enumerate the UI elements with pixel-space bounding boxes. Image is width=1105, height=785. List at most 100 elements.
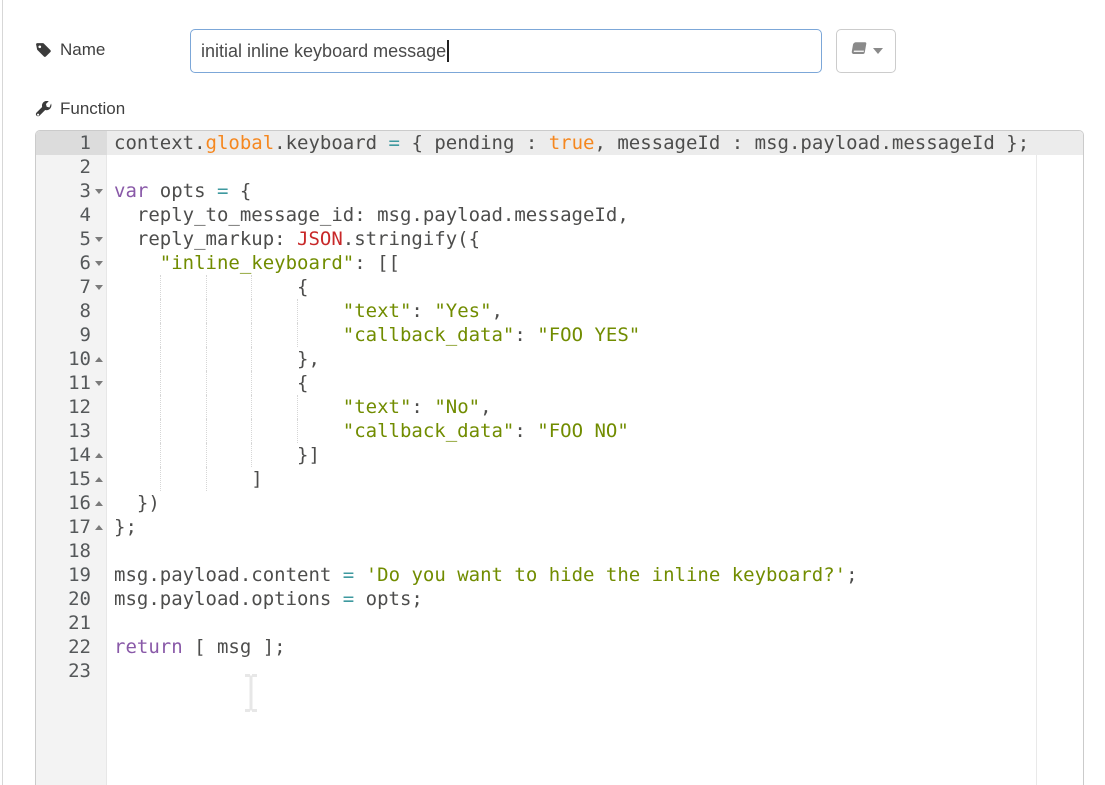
fold-close-icon[interactable] bbox=[95, 501, 103, 506]
line-number: 9 bbox=[80, 324, 91, 346]
text-caret bbox=[447, 40, 449, 62]
gutter-cell[interactable]: 18 bbox=[36, 539, 107, 563]
code-token: }; bbox=[114, 516, 137, 538]
book-icon bbox=[848, 41, 869, 62]
line-number: 23 bbox=[68, 660, 91, 682]
fold-close-icon[interactable] bbox=[95, 453, 103, 458]
gutter-cell[interactable]: 20 bbox=[36, 587, 107, 611]
code-token: }) bbox=[114, 492, 160, 514]
code-line[interactable]: "inline_keyboard": [[ bbox=[107, 251, 1083, 275]
code-line-row: 6 "inline_keyboard": [[ bbox=[36, 251, 1083, 275]
gutter-cell[interactable]: 21 bbox=[36, 611, 107, 635]
name-input[interactable]: initial inline keyboard message bbox=[190, 29, 822, 73]
gutter-cell[interactable]: 2 bbox=[36, 155, 107, 179]
function-label: Function bbox=[35, 99, 125, 119]
name-label: Name bbox=[35, 40, 105, 60]
code-token: "callback_data" bbox=[343, 324, 515, 346]
gutter-cell[interactable]: 9 bbox=[36, 323, 107, 347]
function-code-editor[interactable]: 1context.global.keyboard = { pending : t… bbox=[35, 130, 1084, 785]
code-token: "text" bbox=[343, 396, 412, 418]
code-token bbox=[114, 420, 343, 442]
fold-open-icon[interactable] bbox=[95, 237, 103, 242]
code-line[interactable]: }; bbox=[107, 515, 1083, 539]
gutter-cell[interactable]: 1 bbox=[36, 131, 107, 155]
code-token bbox=[114, 252, 160, 274]
code-line[interactable]: "text": "No", bbox=[107, 395, 1083, 419]
gutter-cell[interactable]: 16 bbox=[36, 491, 107, 515]
code-line[interactable] bbox=[107, 611, 1083, 635]
code-line[interactable]: }, bbox=[107, 347, 1083, 371]
fold-close-icon[interactable] bbox=[95, 477, 103, 482]
gutter-cell[interactable]: 5 bbox=[36, 227, 107, 251]
code-line[interactable]: var opts = { bbox=[107, 179, 1083, 203]
gutter-cell[interactable]: 14 bbox=[36, 443, 107, 467]
code-token: JSON bbox=[297, 228, 343, 250]
gutter-cell[interactable]: 17 bbox=[36, 515, 107, 539]
code-line-row: 18 bbox=[36, 539, 1083, 563]
code-line[interactable]: "callback_data": "FOO YES" bbox=[107, 323, 1083, 347]
code-line[interactable]: }) bbox=[107, 491, 1083, 515]
code-line[interactable]: reply_markup: JSON.stringify({ bbox=[107, 227, 1083, 251]
code-line[interactable] bbox=[107, 155, 1083, 179]
fold-close-icon[interactable] bbox=[95, 357, 103, 362]
line-number: 5 bbox=[80, 228, 91, 250]
code-line[interactable]: msg.payload.content = 'Do you want to hi… bbox=[107, 563, 1083, 587]
library-button[interactable] bbox=[836, 29, 896, 73]
line-number: 15 bbox=[68, 468, 91, 490]
gutter-cell[interactable]: 22 bbox=[36, 635, 107, 659]
fold-close-icon[interactable] bbox=[95, 525, 103, 530]
line-number: 13 bbox=[68, 420, 91, 442]
code-token: reply_to_message_id: msg.payload.message… bbox=[114, 204, 629, 226]
fold-open-icon[interactable] bbox=[95, 285, 103, 290]
code-token: 'Do you want to hide the inline keyboard… bbox=[366, 564, 846, 586]
code-line-row: 16 }) bbox=[36, 491, 1083, 515]
code-line-row: 11 { bbox=[36, 371, 1083, 395]
code-line[interactable]: return [ msg ]; bbox=[107, 635, 1083, 659]
code-token: "No" bbox=[434, 396, 480, 418]
line-number: 22 bbox=[68, 636, 91, 658]
fold-open-icon[interactable] bbox=[95, 381, 103, 386]
gutter-cell[interactable]: 4 bbox=[36, 203, 107, 227]
line-number: 16 bbox=[68, 492, 91, 514]
line-number: 6 bbox=[80, 252, 91, 274]
line-number: 8 bbox=[80, 300, 91, 322]
gutter-cell[interactable]: 12 bbox=[36, 395, 107, 419]
code-line[interactable]: "callback_data": "FOO NO" bbox=[107, 419, 1083, 443]
code-line[interactable]: msg.payload.options = opts; bbox=[107, 587, 1083, 611]
fold-open-icon[interactable] bbox=[95, 189, 103, 194]
fold-open-icon[interactable] bbox=[95, 261, 103, 266]
gutter-cell[interactable]: 8 bbox=[36, 299, 107, 323]
mouse-ibeam-cursor bbox=[242, 673, 260, 718]
code-line[interactable]: reply_to_message_id: msg.payload.message… bbox=[107, 203, 1083, 227]
node-red-function-edit-dialog: { "form": { "name": { "label": "Name", "… bbox=[0, 0, 1105, 785]
code-token: "callback_data" bbox=[343, 420, 515, 442]
code-line[interactable] bbox=[107, 539, 1083, 563]
gutter-cell[interactable]: 6 bbox=[36, 251, 107, 275]
code-token: ] bbox=[114, 468, 263, 490]
name-input-value: initial inline keyboard message bbox=[201, 41, 446, 62]
gutter-cell[interactable]: 11 bbox=[36, 371, 107, 395]
code-line[interactable]: "text": "Yes", bbox=[107, 299, 1083, 323]
gutter-cell[interactable]: 19 bbox=[36, 563, 107, 587]
code-line-row: 21 bbox=[36, 611, 1083, 635]
code-line-row: 9 "callback_data": "FOO YES" bbox=[36, 323, 1083, 347]
code-token: .stringify({ bbox=[343, 228, 480, 250]
code-line[interactable]: }] bbox=[107, 443, 1083, 467]
code-line[interactable]: context.global.keyboard = { pending : tr… bbox=[107, 131, 1083, 155]
gutter-cell[interactable]: 23 bbox=[36, 659, 107, 683]
gutter-cell[interactable]: 3 bbox=[36, 179, 107, 203]
code-token: "FOO YES" bbox=[537, 324, 640, 346]
gutter-cell[interactable]: 15 bbox=[36, 467, 107, 491]
code-line-row: 15 ] bbox=[36, 467, 1083, 491]
gutter-cell[interactable]: 10 bbox=[36, 347, 107, 371]
wrench-icon bbox=[35, 101, 52, 118]
gutter-cell[interactable]: 7 bbox=[36, 275, 107, 299]
name-label-text: Name bbox=[60, 40, 105, 60]
code-line[interactable]: { bbox=[107, 275, 1083, 299]
code-line[interactable]: { bbox=[107, 371, 1083, 395]
code-token: , messageId : msg.payload.messageId }; bbox=[594, 132, 1029, 154]
gutter-cell[interactable]: 13 bbox=[36, 419, 107, 443]
code-token: = bbox=[389, 132, 400, 154]
code-line[interactable]: ] bbox=[107, 467, 1083, 491]
line-number: 20 bbox=[68, 588, 91, 610]
